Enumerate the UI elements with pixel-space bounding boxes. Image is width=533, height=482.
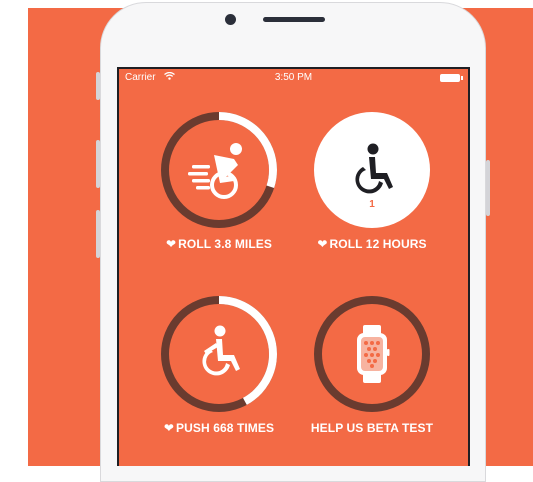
wheelchair-push-icon <box>202 325 240 376</box>
goal-roll-distance[interactable]: ❤ ROLL 3.8 MILES <box>149 109 289 252</box>
app-screen: Carrier 3:50 PM ❤ ROLL 3.8 MILES 1 ❤ ROL… <box>117 67 470 466</box>
help-beta-test[interactable]: HELP US BETA TEST <box>302 293 442 436</box>
status-bar: Carrier 3:50 PM <box>119 69 468 87</box>
progress-ring <box>314 296 430 412</box>
side-button-volume-up <box>96 140 100 188</box>
speaker <box>263 17 325 22</box>
goal-label: ❤ ROLL 3.8 MILES <box>165 237 273 251</box>
power-button <box>486 160 490 216</box>
smartwatch-icon <box>357 325 390 383</box>
heart-icon: ❤ <box>163 421 175 435</box>
camera <box>225 14 236 25</box>
goal-label: ❤ ROLL 12 HOURS <box>317 237 427 251</box>
goal-label: ❤ PUSH 668 TIMES <box>163 421 275 435</box>
progress-ring <box>161 296 277 412</box>
status-time: 3:50 PM <box>274 72 313 83</box>
goal-label: HELP US BETA TEST <box>310 421 434 435</box>
battery-icon <box>440 74 463 82</box>
completion-count: 1 <box>369 199 375 210</box>
side-button-volume-down <box>96 210 100 258</box>
completed-circle: 1 <box>314 112 430 228</box>
fast-wheelchair-icon <box>188 143 242 199</box>
heart-icon: ❤ <box>317 237 328 251</box>
side-button-top <box>96 72 100 100</box>
goal-roll-hours[interactable]: 1 ❤ ROLL 12 HOURS <box>302 109 442 252</box>
heart-icon: ❤ <box>165 237 177 251</box>
goal-push-count[interactable]: ❤ PUSH 668 TIMES <box>149 293 289 436</box>
progress-ring <box>161 112 277 228</box>
